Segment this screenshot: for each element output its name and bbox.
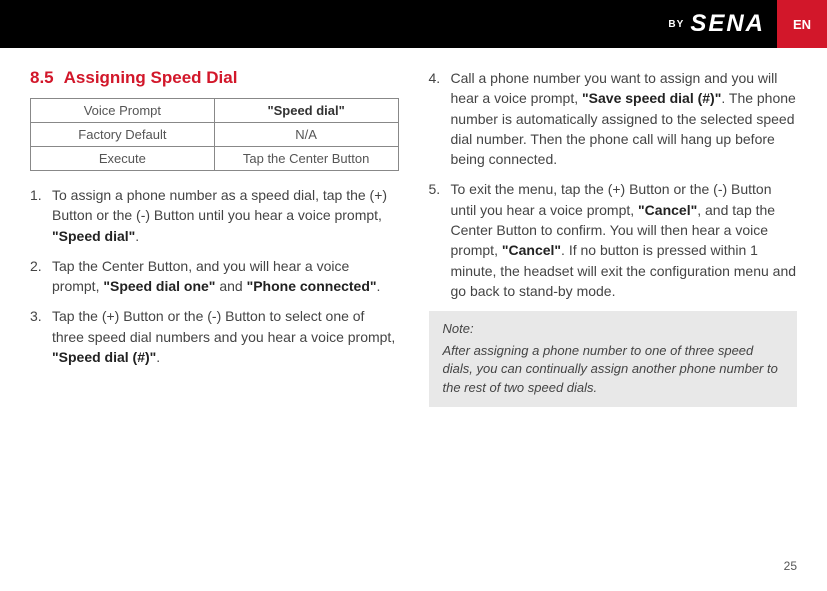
table-row: Execute Tap the Center Button [31,147,399,171]
section-number: 8.5 [30,68,54,87]
step-bold: "Phone connected" [247,278,377,294]
right-column: Call a phone number you want to assign a… [429,68,798,407]
info-table: Voice Prompt "Speed dial" Factory Defaul… [30,98,399,171]
step-1: To assign a phone number as a speed dial… [30,185,399,246]
factory-default-value: N/A [214,123,398,147]
by-label: BY [668,19,684,30]
left-column: 8.5 Assigning Speed Dial Voice Prompt "Sp… [30,68,399,407]
language-code: EN [793,17,811,32]
step-text: To assign a phone number as a speed dial… [52,187,387,223]
step-bold: "Cancel" [638,202,697,218]
execute-label: Execute [31,147,215,171]
header-bar: BY SENA EN [0,0,827,48]
step-bold: "Speed dial" [52,228,135,244]
note-body: After assigning a phone number to one of… [443,342,784,397]
step-text: . [377,278,381,294]
steps-list-left: To assign a phone number as a speed dial… [30,185,399,367]
step-text: Tap the (+) Button or the (-) Button to … [52,308,395,344]
step-text: and [215,278,246,294]
voice-prompt-value: "Speed dial" [214,99,398,123]
language-badge: EN [777,0,827,48]
step-text: . [135,228,139,244]
step-3: Tap the (+) Button or the (-) Button to … [30,306,399,367]
section-heading: 8.5 Assigning Speed Dial [30,68,399,88]
page-number: 25 [784,559,797,573]
step-4: Call a phone number you want to assign a… [429,68,798,169]
table-row: Voice Prompt "Speed dial" [31,99,399,123]
execute-value: Tap the Center Button [214,147,398,171]
section-title: Assigning Speed Dial [64,68,238,87]
note-box: Note: After assigning a phone number to … [429,311,798,407]
step-bold: "Cancel" [502,242,561,258]
step-5: To exit the menu, tap the (+) Button or … [429,179,798,301]
step-bold: "Save speed dial (#)" [582,90,721,106]
content-area: 8.5 Assigning Speed Dial Voice Prompt "Sp… [0,48,827,407]
step-bold: "Speed dial one" [103,278,215,294]
sena-logo: SENA [690,10,765,38]
step-text: . [156,349,160,365]
table-row: Factory Default N/A [31,123,399,147]
step-bold: "Speed dial (#)" [52,349,156,365]
steps-list-right: Call a phone number you want to assign a… [429,68,798,301]
factory-default-label: Factory Default [31,123,215,147]
note-title: Note: [443,321,784,336]
step-2: Tap the Center Button, and you will hear… [30,256,399,297]
voice-prompt-label: Voice Prompt [31,99,215,123]
